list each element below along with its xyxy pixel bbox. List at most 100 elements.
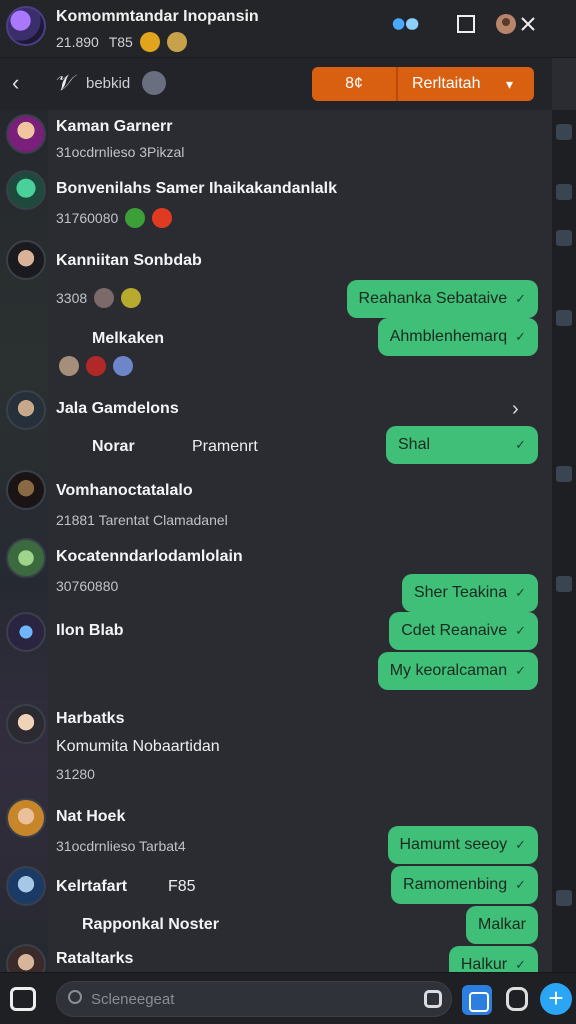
sender-meta: 31760080 xyxy=(56,208,173,228)
right-rail xyxy=(552,110,576,972)
app-avatar[interactable] xyxy=(6,6,46,46)
sub-label: bebkid xyxy=(86,75,131,92)
sender-meta: 31280 xyxy=(56,766,95,782)
sender-meta: 21881 Tarentat Clamadanel xyxy=(56,512,228,528)
avatar[interactable] xyxy=(6,704,46,744)
search-icon xyxy=(68,990,82,1004)
avatar[interactable] xyxy=(6,866,46,906)
sender-name: Rapponkal Noster xyxy=(82,916,219,933)
rail-icon[interactable] xyxy=(556,576,572,592)
sender-name: Bonvenilahs Samer Ihaikakandanlalk xyxy=(56,180,338,197)
sender-meta: 31ocdrnlieso 3Pikzal xyxy=(56,144,185,160)
sender-name: Kanniitan Sonbdab xyxy=(56,252,202,269)
avatar[interactable] xyxy=(6,170,46,210)
bubble-text: Shal xyxy=(398,436,431,453)
avatar[interactable] xyxy=(6,612,46,652)
maximize-icon[interactable] xyxy=(452,12,480,36)
sender-name: Ilon Blab xyxy=(56,622,124,639)
meta-number: 3308 xyxy=(56,290,88,306)
check-icon: ✓ xyxy=(515,663,526,678)
avatar[interactable] xyxy=(6,114,46,154)
bubble-text: Cdet Reanaive xyxy=(401,622,508,639)
camera-icon[interactable] xyxy=(10,987,36,1011)
sender-meta: 31ocdrnlieso Tarbat4 xyxy=(56,838,186,854)
top-bar: Komommtandar Inopansin 21.890 T85 xyxy=(0,0,576,58)
message-input[interactable] xyxy=(56,981,452,1017)
emoji-icon xyxy=(112,356,133,376)
avatar[interactable] xyxy=(6,538,46,578)
sender-name: Kaman Garnerr xyxy=(56,118,173,135)
dropdown-label: Rerltaitah xyxy=(412,75,481,92)
avatar[interactable] xyxy=(6,240,46,280)
sender-name: Melkaken xyxy=(92,330,165,347)
avatar[interactable] xyxy=(142,71,166,95)
message-bubble[interactable]: Shal ✓ xyxy=(386,426,538,464)
filter-icon[interactable]: 𝒱 xyxy=(56,70,74,96)
bubble-text: Sher Teakina xyxy=(413,584,508,601)
message-bubble[interactable]: Ramomenbing ✓ xyxy=(391,866,538,904)
sender-meta: 3308 xyxy=(56,288,141,308)
message-bubble[interactable]: Ahmblenhemarq ✓ xyxy=(377,318,538,356)
maximize-icon-graphic xyxy=(457,15,475,33)
message-feed[interactable]: Kaman Garnerr 31ocdrnlieso 3Pikzal Bonve… xyxy=(0,110,552,972)
rail-icon[interactable] xyxy=(556,184,572,200)
message-bubble[interactable]: Hamumt seeoy ✓ xyxy=(387,826,538,864)
bubble-text: Ahmblenhemarq xyxy=(389,328,508,345)
sender-meta: 30760880 xyxy=(56,578,119,594)
back-button[interactable]: ‹ xyxy=(12,70,19,96)
chevron-down-icon: ▾ xyxy=(506,75,514,92)
composer-bar: + xyxy=(0,972,576,1024)
rail-icon[interactable] xyxy=(556,310,572,326)
rail-icon[interactable] xyxy=(556,890,572,906)
rail-icon[interactable] xyxy=(556,230,572,246)
message-bubble[interactable]: Reahanka Sebataive ✓ xyxy=(346,280,538,318)
member-count: 21.890 xyxy=(56,34,99,50)
chat-subtitle: 21.890 T85 xyxy=(56,32,187,52)
sender-meta: F85 xyxy=(168,878,196,895)
action-dropdown[interactable]: 8¢ Rerltaitah ▾ xyxy=(312,67,534,101)
emoji-icon xyxy=(120,288,141,308)
check-icon: ✓ xyxy=(515,877,526,892)
avatar[interactable] xyxy=(6,470,46,510)
message-bubble[interactable]: Cdet Reanaive ✓ xyxy=(389,612,538,650)
bubble-text: My keoralcaman xyxy=(389,662,508,679)
sub-toolbar: ‹ 𝒱 bebkid 8¢ Rerltaitah ▾ xyxy=(0,58,552,110)
message-bubble[interactable]: Halkur ✓ xyxy=(448,946,538,972)
close-icon[interactable] xyxy=(514,12,542,36)
sender-name: Harbatks xyxy=(56,710,125,727)
sticker-icon[interactable] xyxy=(424,990,442,1008)
sender-name: Kocatenndarlodamlolain xyxy=(56,548,243,565)
sender-meta: Komumita Nobaartidan xyxy=(56,738,220,755)
emoji-icon xyxy=(94,288,115,308)
bubble-text: Reahanka Sebataive xyxy=(358,290,508,307)
sender-name: Kelrtafart xyxy=(56,878,128,895)
sender-name: Norar xyxy=(92,438,135,455)
count-button[interactable]: 8¢ xyxy=(312,67,398,101)
message-bubble[interactable]: My keoralcaman ✓ xyxy=(377,652,538,690)
check-icon: ✓ xyxy=(515,329,526,344)
avatar[interactable] xyxy=(6,390,46,430)
check-icon: ✓ xyxy=(515,291,526,306)
message-bubble[interactable]: Sher Teakina ✓ xyxy=(401,574,538,612)
emoji-icon xyxy=(152,208,173,228)
reply-chevron[interactable]: › xyxy=(512,398,519,421)
rail-icon[interactable] xyxy=(556,466,572,482)
emoji-icon xyxy=(125,208,146,228)
bubble-text: Hamumt seeoy xyxy=(399,836,508,853)
new-message-button[interactable]: + xyxy=(540,983,572,1015)
avatar[interactable] xyxy=(6,798,46,838)
emoji-icon xyxy=(59,356,79,376)
share-icon[interactable] xyxy=(506,987,528,1011)
meta-number: 31760080 xyxy=(56,210,119,226)
emoji-icon xyxy=(85,356,106,376)
toggle-icon-graphic xyxy=(392,18,419,30)
toggle-icon[interactable] xyxy=(392,12,420,36)
message-bubble[interactable]: Malkar xyxy=(465,906,538,944)
gallery-icon[interactable] xyxy=(462,985,492,1015)
rail-icon[interactable] xyxy=(556,124,572,140)
check-icon: ✓ xyxy=(515,957,526,972)
subtitle-tag: T85 xyxy=(108,34,133,50)
chat-title: Komommtandar Inopansin xyxy=(56,8,259,25)
bubble-text: Halkur xyxy=(460,956,508,972)
sender-meta xyxy=(56,356,133,376)
